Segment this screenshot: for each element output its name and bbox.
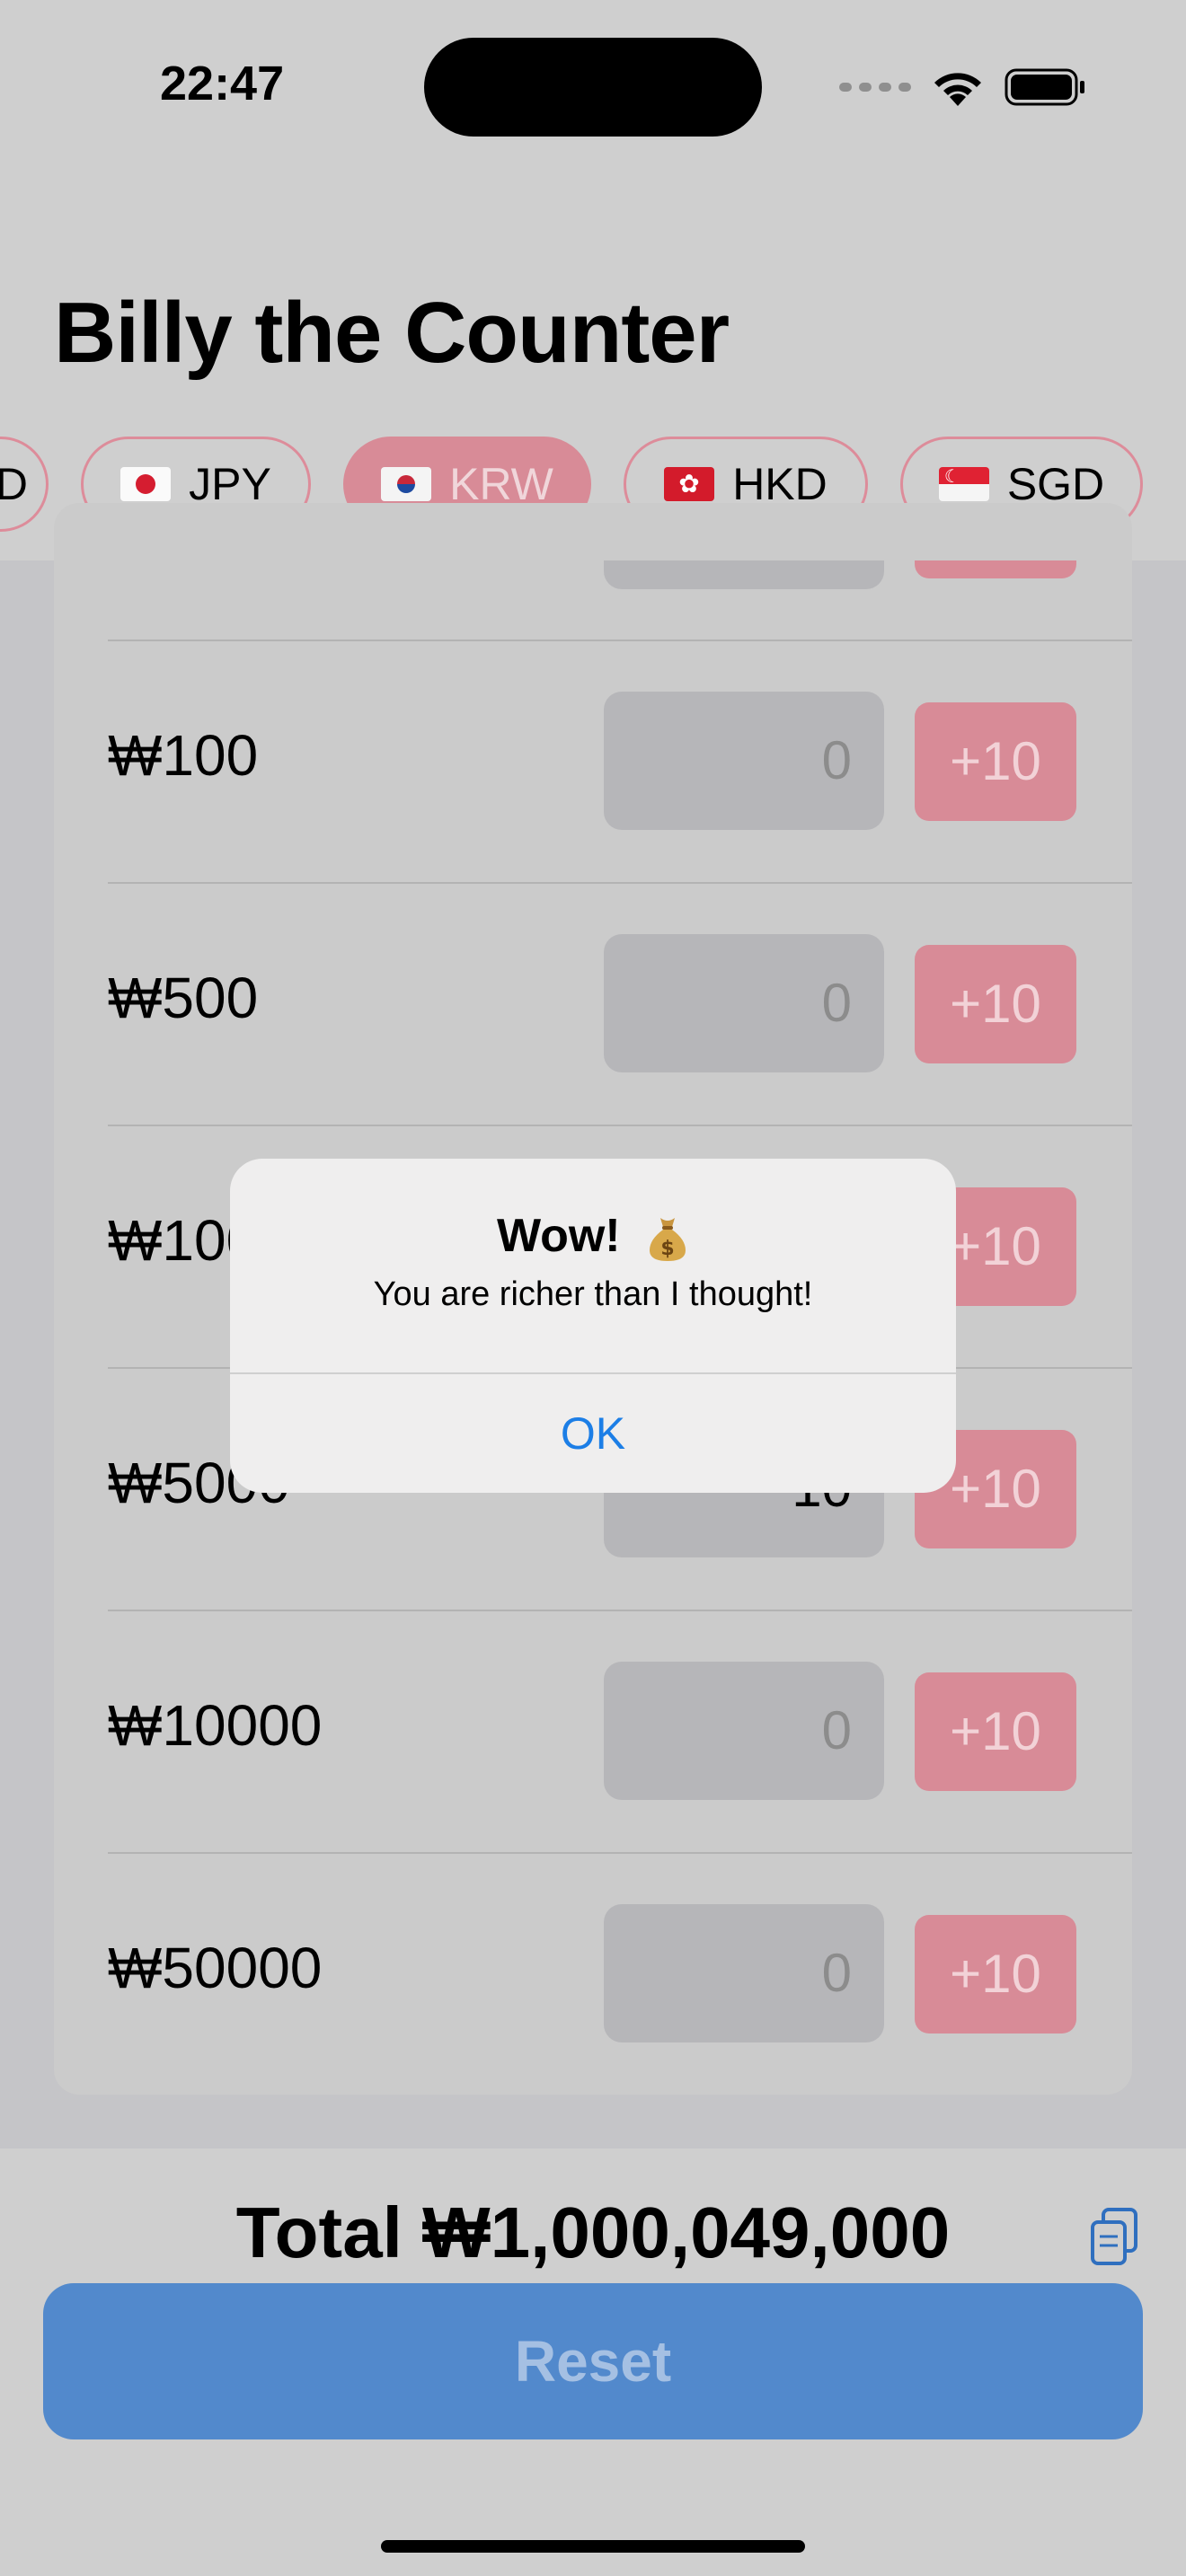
denomination-row: ₩500 0 +10 <box>108 882 1132 1123</box>
count-input[interactable]: 0 <box>604 1904 884 2042</box>
alert-title: Wow! <box>496 1210 621 1262</box>
status-time: 22:47 <box>160 57 285 110</box>
home-indicator[interactable] <box>381 2540 805 2553</box>
svg-text:$: $ <box>660 1238 674 1260</box>
alert-message: You are richer than I thought! <box>373 1275 813 1313</box>
add-ten-button[interactable]: +10 <box>915 1915 1076 2033</box>
denomination-label: ₩500 <box>108 966 259 1030</box>
hong-kong-flag-icon <box>664 467 715 501</box>
japan-flag-icon <box>120 467 172 501</box>
singapore-flag-icon <box>938 467 989 501</box>
alert-dialog: Wow! $ You are richer than I thought! OK <box>230 1159 956 1493</box>
copy-icon[interactable] <box>1087 2206 1141 2269</box>
dynamic-island <box>424 38 762 137</box>
total-amount: Total ₩1,000,049,000 <box>235 2192 951 2272</box>
chip-label: D <box>0 459 28 509</box>
denomination-row: ₩100 0 +10 <box>108 640 1132 880</box>
row-divider <box>108 1610 1132 1611</box>
cellular-signal-icon <box>839 83 911 92</box>
count-input[interactable]: 0 <box>604 692 884 830</box>
battery-icon <box>1005 68 1084 106</box>
alert-title-line: Wow! $ <box>230 1209 956 1263</box>
alert-ok-button[interactable]: OK <box>230 1374 956 1493</box>
reset-button[interactable]: Reset <box>43 2283 1143 2439</box>
status-icons <box>839 66 1087 108</box>
add-ten-button[interactable]: +10 <box>915 702 1076 821</box>
row-divider <box>108 882 1132 884</box>
denomination-label: ₩10000 <box>108 1693 323 1758</box>
count-input[interactable]: 0 <box>604 1662 884 1800</box>
add-ten-button[interactable]: +10 <box>915 1672 1076 1791</box>
denomination-label: ₩50000 <box>108 1936 323 2000</box>
row-divider <box>108 640 1132 641</box>
count-input[interactable]: 0 <box>604 934 884 1072</box>
count-input-partial[interactable] <box>604 560 884 589</box>
row-divider <box>108 1125 1132 1126</box>
denomination-label: ₩100 <box>108 723 259 788</box>
page-title: Billy the Counter <box>54 285 730 381</box>
denomination-row: ₩10000 0 +10 <box>108 1610 1132 1850</box>
row-divider <box>108 1852 1132 1854</box>
add-ten-button[interactable]: +10 <box>915 945 1076 1063</box>
denomination-row: ₩50000 0 +10 <box>108 1852 1132 2093</box>
money-bag-icon: $ <box>650 1218 686 1262</box>
wifi-icon <box>934 73 981 106</box>
south-korea-flag-icon <box>381 467 432 501</box>
chip-previous-currency[interactable]: D <box>0 437 49 532</box>
add-ten-button-partial[interactable] <box>915 560 1076 578</box>
